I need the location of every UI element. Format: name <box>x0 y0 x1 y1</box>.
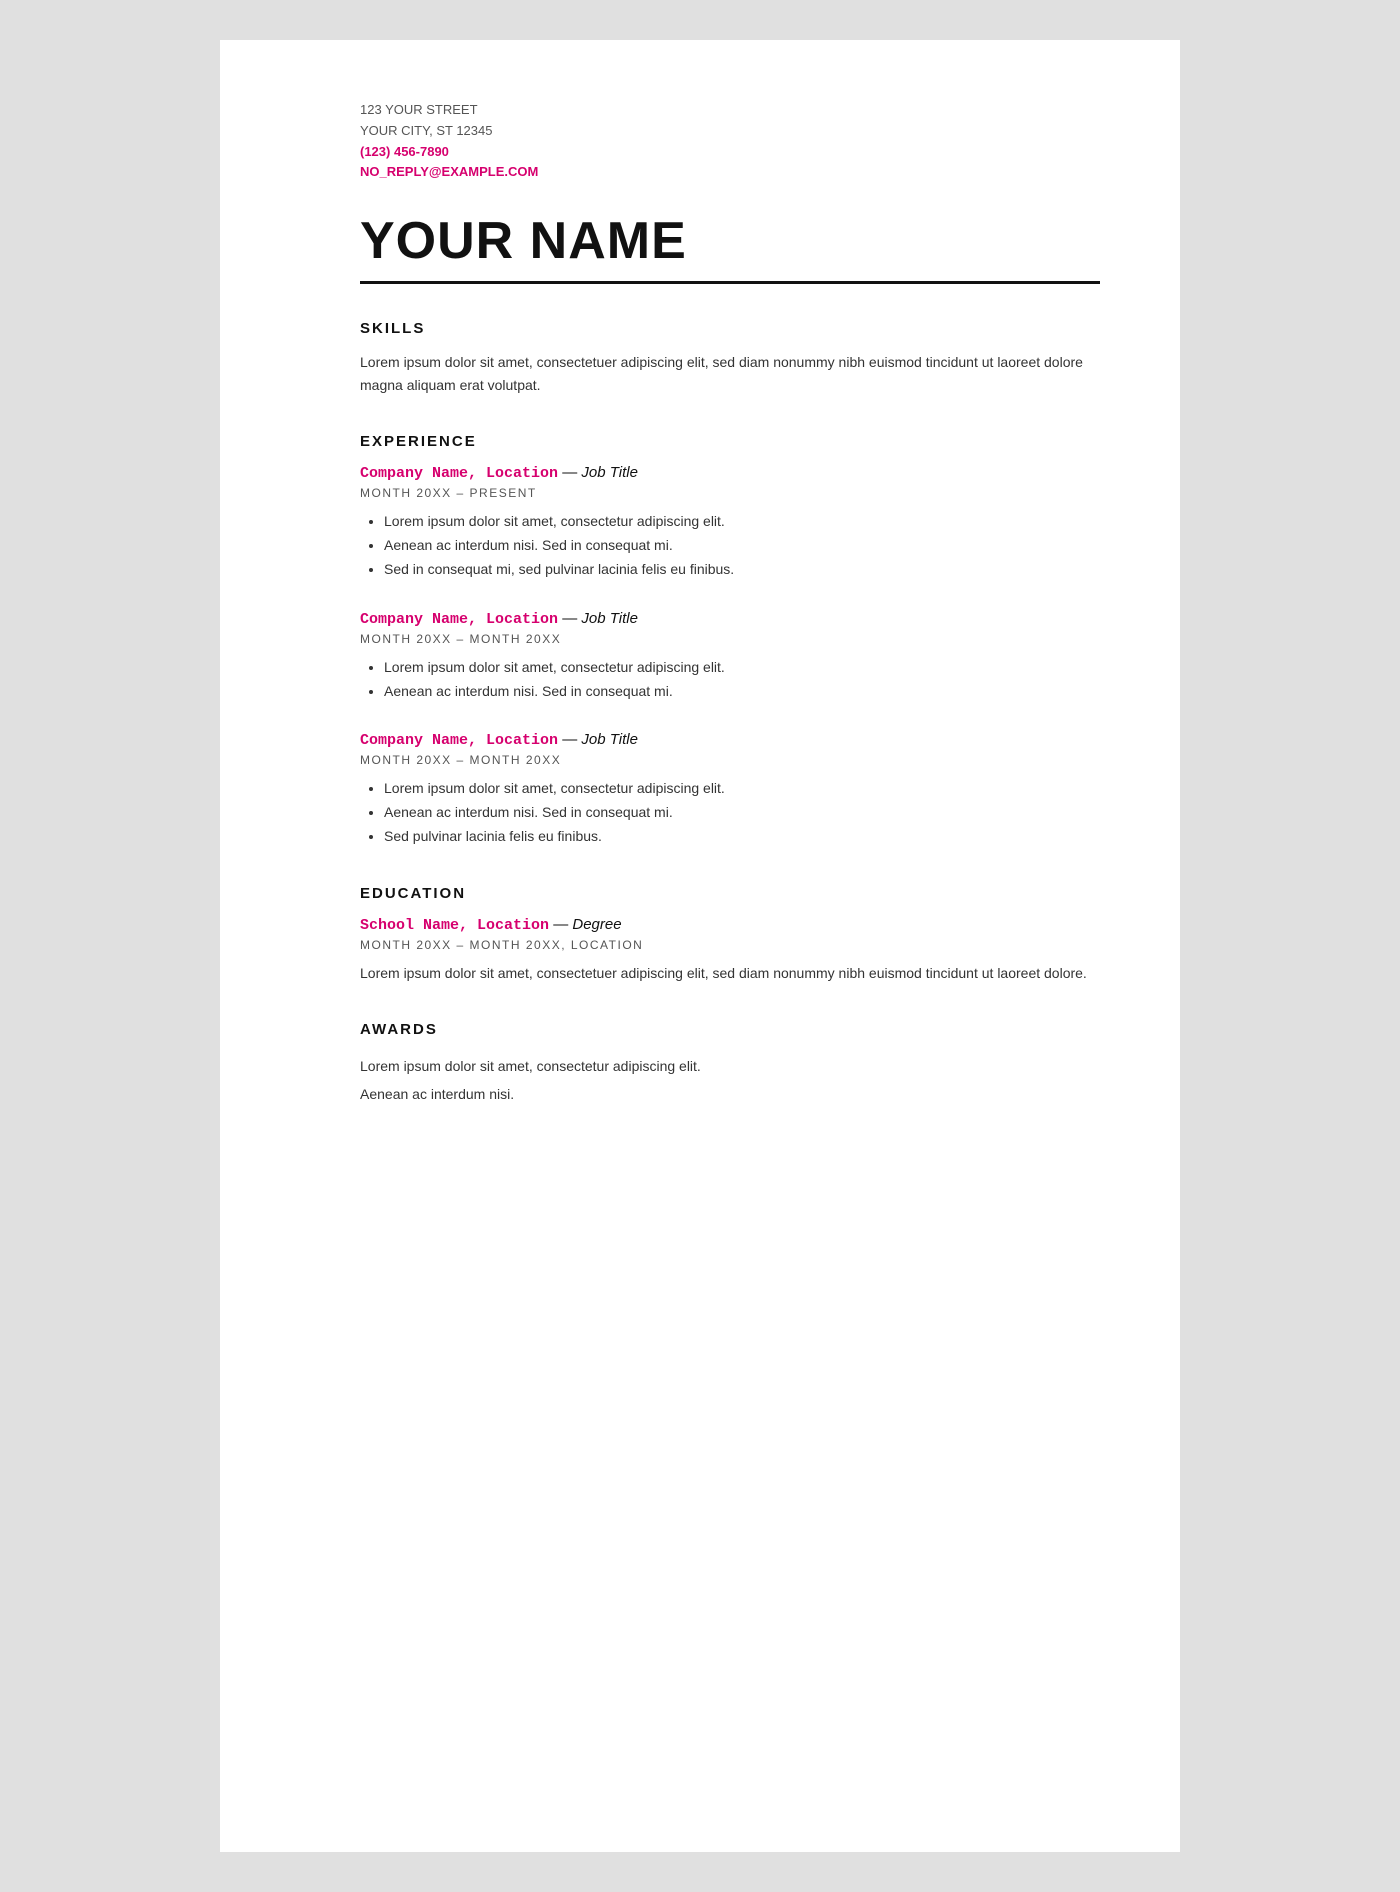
experience-entry-3-bullets: Lorem ipsum dolor sit amet, consectetur … <box>360 777 1100 848</box>
education-entry-1: School Name, Location — Degree MONTH 20X… <box>360 916 1100 985</box>
experience-entry-2-header: Company Name, Location — Job Title <box>360 610 1100 628</box>
experience-entry-3-jobtitle: Job Title <box>581 731 638 748</box>
awards-text: Lorem ipsum dolor sit amet, consectetur … <box>360 1052 1100 1108</box>
resume-name: YOUR NAME <box>360 211 1100 271</box>
experience-entry-2-dates: MONTH 20XX – MONTH 20XX <box>360 632 1100 646</box>
list-item: Sed in consequat mi, sed pulvinar lacini… <box>384 558 1100 582</box>
education-entry-1-dates: MONTH 20XX – MONTH 20XX, LOCATION <box>360 938 1100 952</box>
experience-entry-2-dash: — <box>558 610 581 627</box>
education-section: EDUCATION School Name, Location — Degree… <box>360 885 1100 985</box>
experience-entry-1: Company Name, Location — Job Title MONTH… <box>360 464 1100 581</box>
experience-entry-1-dash: — <box>558 464 581 481</box>
education-entry-1-degree: Degree <box>572 916 621 933</box>
awards-line-1: Lorem ipsum dolor sit amet, consectetur … <box>360 1052 1100 1080</box>
experience-entry-3-dash: — <box>558 731 581 748</box>
experience-entry-2: Company Name, Location — Job Title MONTH… <box>360 610 1100 704</box>
name-divider <box>360 281 1100 284</box>
awards-title: AWARDS <box>360 1021 1100 1038</box>
experience-entry-3: Company Name, Location — Job Title MONTH… <box>360 731 1100 848</box>
awards-section: AWARDS Lorem ipsum dolor sit amet, conse… <box>360 1021 1100 1108</box>
list-item: Aenean ac interdum nisi. Sed in consequa… <box>384 680 1100 704</box>
contact-street: 123 YOUR STREET <box>360 100 1100 121</box>
resume-page: 123 YOUR STREET YOUR CITY, ST 12345 (123… <box>220 40 1180 1852</box>
experience-entry-1-jobtitle: Job Title <box>581 464 638 481</box>
contact-info: 123 YOUR STREET YOUR CITY, ST 12345 (123… <box>360 100 1100 183</box>
list-item: Aenean ac interdum nisi. Sed in consequa… <box>384 534 1100 558</box>
contact-email: NO_REPLY@EXAMPLE.COM <box>360 162 1100 183</box>
education-entry-1-school: School Name, Location <box>360 917 549 934</box>
experience-title: EXPERIENCE <box>360 433 1100 450</box>
education-title: EDUCATION <box>360 885 1100 902</box>
skills-section: SKILLS Lorem ipsum dolor sit amet, conse… <box>360 320 1100 397</box>
skills-text: Lorem ipsum dolor sit amet, consectetuer… <box>360 351 1100 397</box>
experience-section: EXPERIENCE Company Name, Location — Job … <box>360 433 1100 848</box>
contact-city: YOUR CITY, ST 12345 <box>360 121 1100 142</box>
awards-line-2: Aenean ac interdum nisi. <box>360 1080 1100 1108</box>
experience-entry-3-dates: MONTH 20XX – MONTH 20XX <box>360 753 1100 767</box>
experience-entry-1-bullets: Lorem ipsum dolor sit amet, consectetur … <box>360 510 1100 581</box>
experience-entry-1-header: Company Name, Location — Job Title <box>360 464 1100 482</box>
list-item: Lorem ipsum dolor sit amet, consectetur … <box>384 656 1100 680</box>
experience-entry-3-header: Company Name, Location — Job Title <box>360 731 1100 749</box>
contact-phone: (123) 456-7890 <box>360 142 1100 163</box>
skills-title: SKILLS <box>360 320 1100 337</box>
list-item: Lorem ipsum dolor sit amet, consectetur … <box>384 777 1100 801</box>
education-entry-1-text: Lorem ipsum dolor sit amet, consectetuer… <box>360 962 1100 985</box>
experience-entry-1-company: Company Name, Location <box>360 465 558 482</box>
experience-entry-2-jobtitle: Job Title <box>581 610 638 627</box>
list-item: Aenean ac interdum nisi. Sed in consequa… <box>384 801 1100 825</box>
list-item: Sed pulvinar lacinia felis eu finibus. <box>384 825 1100 849</box>
experience-entry-1-dates: MONTH 20XX – PRESENT <box>360 486 1100 500</box>
education-entry-1-dash: — <box>549 916 572 933</box>
experience-entry-2-bullets: Lorem ipsum dolor sit amet, consectetur … <box>360 656 1100 704</box>
education-entry-1-header: School Name, Location — Degree <box>360 916 1100 934</box>
experience-entry-3-company: Company Name, Location <box>360 732 558 749</box>
list-item: Lorem ipsum dolor sit amet, consectetur … <box>384 510 1100 534</box>
experience-entry-2-company: Company Name, Location <box>360 611 558 628</box>
